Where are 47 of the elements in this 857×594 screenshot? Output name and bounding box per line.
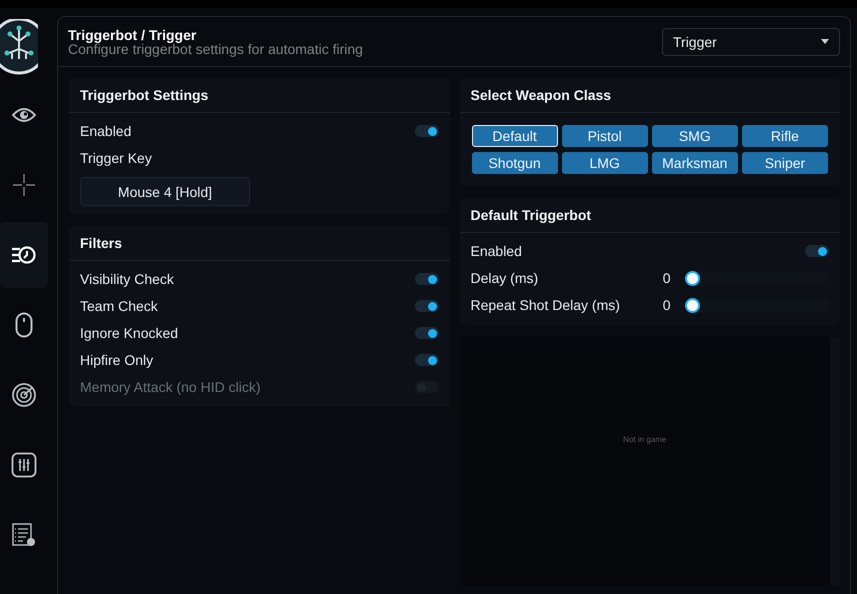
toggle-switch[interactable]	[414, 300, 438, 312]
setting-label: Repeat Shot Delay (ms)	[470, 297, 621, 313]
sidebar-item[interactable]	[0, 222, 48, 288]
sliders-icon	[11, 452, 37, 478]
weapon-class-button[interactable]: Sniper	[742, 152, 828, 174]
eye-icon	[12, 106, 36, 124]
bug-list-icon	[12, 523, 36, 547]
slider-thumb[interactable]	[685, 298, 700, 312]
mode-dropdown[interactable]: Trigger	[662, 28, 840, 56]
trigger-icon	[11, 245, 37, 265]
slider-value: 0	[662, 270, 672, 286]
key-bind-button[interactable]: Mouse 4 [Hold]	[80, 177, 250, 206]
setting-label: Ignore Knocked	[80, 325, 178, 341]
setting-label: Team Check	[80, 298, 158, 314]
toggle-switch[interactable]	[414, 273, 438, 285]
setting-label: Enabled	[80, 123, 132, 139]
page-subtitle: Configure triggerbot settings for automatic firing	[68, 42, 363, 56]
weapon-class-button[interactable]: Marksman	[652, 152, 738, 174]
toggle-switch[interactable]	[414, 125, 438, 137]
setting-label: Visibility Check	[80, 271, 174, 287]
setting-label: Delay (ms)	[470, 270, 540, 286]
weapon-class-button[interactable]: Shotgun	[472, 152, 558, 174]
toggle-switch[interactable]	[414, 354, 438, 366]
card-title: Default Triggerbot	[460, 198, 840, 233]
crosshair-icon	[12, 173, 36, 197]
logo-icon	[0, 19, 38, 77]
slider-value: 0	[662, 297, 672, 313]
weapon-class-button[interactable]: Default	[472, 125, 558, 147]
slider-thumb[interactable]	[685, 270, 700, 286]
radar-icon	[11, 382, 37, 408]
weapon-class-button[interactable]: LMG	[562, 152, 648, 174]
weapon-class-button[interactable]: SMG	[652, 125, 738, 147]
caret-icon	[821, 39, 829, 44]
toggle-switch[interactable]	[805, 245, 829, 257]
mouse-icon	[15, 312, 33, 338]
setting-label: Hipfire Only	[80, 352, 154, 368]
setting-label: Memory Attack (no HID click)	[80, 379, 260, 395]
page-title: Triggerbot / Trigger	[68, 28, 198, 42]
weapon-class-button[interactable]: Pistol	[562, 125, 648, 147]
card-title: Select Weapon Class	[460, 78, 840, 113]
weapon-class-button[interactable]: Rifle	[742, 125, 828, 147]
card-title: Filters	[69, 226, 450, 261]
setting-label: Trigger Key	[80, 150, 152, 166]
toggle-switch[interactable]	[414, 327, 438, 339]
preview-status: Not in game	[623, 435, 666, 444]
setting-label: Enabled	[470, 243, 522, 259]
card-title: Triggerbot Settings	[69, 78, 450, 113]
